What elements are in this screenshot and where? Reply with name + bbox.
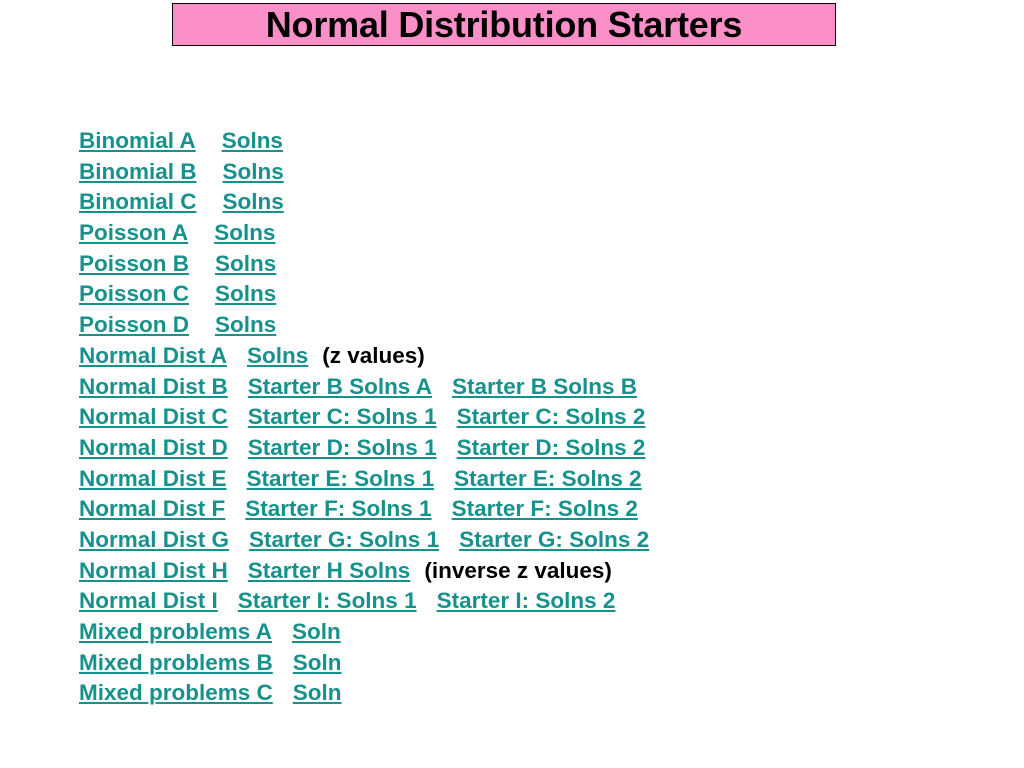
link-starter-i-solns-1[interactable]: Starter I: Solns 1	[238, 586, 417, 617]
link-starter-b-solns-a[interactable]: Starter B Solns A	[248, 372, 432, 403]
link-starter-c-solns-1[interactable]: Starter C: Solns 1	[248, 402, 437, 433]
link-starter-f-solns-2[interactable]: Starter F: Solns 2	[452, 494, 638, 525]
page-title: Normal Distribution Starters	[265, 3, 743, 45]
link-solns[interactable]: Solns	[215, 249, 276, 280]
link-row: Normal Dist E Starter E: Solns 1 Starter E…	[79, 464, 979, 495]
link-row: Mixed problems C Soln	[79, 678, 979, 709]
link-normal-dist-b[interactable]: Normal Dist B	[79, 372, 228, 403]
link-row: Mixed problems B Soln	[79, 648, 979, 679]
link-row: Mixed problems A Soln	[79, 617, 979, 648]
link-binomial-b[interactable]: Binomial B	[79, 157, 197, 188]
link-row: Normal Dist G Starter G: Solns 1 Starter G…	[79, 525, 979, 556]
link-solns[interactable]: Solns	[247, 341, 308, 372]
link-solns[interactable]: Solns	[223, 157, 284, 188]
link-solns[interactable]: Solns	[223, 187, 284, 218]
link-row: Binomial A Solns	[79, 126, 979, 157]
link-row: Poisson D Solns	[79, 310, 979, 341]
link-starter-f-solns-1[interactable]: Starter F: Solns 1	[245, 494, 431, 525]
link-starter-d-solns-1[interactable]: Starter D: Solns 1	[248, 433, 437, 464]
link-solns[interactable]: Solns	[215, 279, 276, 310]
link-normal-dist-a[interactable]: Normal Dist A	[79, 341, 227, 372]
row-note: (z values)	[322, 342, 425, 368]
link-solns[interactable]: Solns	[222, 126, 283, 157]
link-normal-dist-e[interactable]: Normal Dist E	[79, 464, 227, 495]
link-row: Normal Dist I Starter I: Solns 1 Starter I…	[79, 586, 979, 617]
link-row: Normal Dist D Starter D: Solns 1 Starter D…	[79, 433, 979, 464]
link-starter-c-solns-2[interactable]: Starter C: Solns 2	[457, 402, 646, 433]
link-starter-h-solns[interactable]: Starter H Solns	[248, 556, 411, 587]
link-starter-d-solns-2[interactable]: Starter D: Solns 2	[457, 433, 646, 464]
link-soln[interactable]: Soln	[293, 648, 342, 679]
link-normal-dist-h[interactable]: Normal Dist H	[79, 556, 228, 587]
link-soln[interactable]: Soln	[293, 678, 342, 709]
link-row: Normal Dist C Starter C: Solns 1 Starter C…	[79, 402, 979, 433]
link-row: Normal Dist F Starter F: Solns 1 Starter F…	[79, 494, 979, 525]
link-mixed-problems-a[interactable]: Mixed problems A	[79, 617, 272, 648]
link-poisson-b[interactable]: Poisson B	[79, 249, 189, 280]
link-starter-g-solns-1[interactable]: Starter G: Solns 1	[249, 525, 439, 556]
starter-link-list: Binomial A Solns Binomial B Solns Binomial C…	[79, 126, 979, 709]
link-mixed-problems-c[interactable]: Mixed problems C	[79, 678, 273, 709]
link-row: Normal Dist A Solns (z values)	[79, 341, 979, 372]
link-row: Poisson B Solns	[79, 249, 979, 280]
link-binomial-c[interactable]: Binomial C	[79, 187, 197, 218]
link-normal-dist-g[interactable]: Normal Dist G	[79, 525, 229, 556]
link-row: Poisson C Solns	[79, 279, 979, 310]
link-poisson-c[interactable]: Poisson C	[79, 279, 189, 310]
title-banner: Normal Distribution Starters	[172, 3, 836, 46]
link-normal-dist-i[interactable]: Normal Dist I	[79, 586, 218, 617]
link-starter-i-solns-2[interactable]: Starter I: Solns 2	[437, 586, 616, 617]
link-soln[interactable]: Soln	[292, 617, 341, 648]
link-normal-dist-c[interactable]: Normal Dist C	[79, 402, 228, 433]
link-mixed-problems-b[interactable]: Mixed problems B	[79, 648, 273, 679]
link-row: Binomial C Solns	[79, 187, 979, 218]
link-starter-g-solns-2[interactable]: Starter G: Solns 2	[459, 525, 649, 556]
link-normal-dist-d[interactable]: Normal Dist D	[79, 433, 228, 464]
row-note: (inverse z values)	[424, 557, 612, 583]
link-poisson-a[interactable]: Poisson A	[79, 218, 188, 249]
link-solns[interactable]: Solns	[215, 310, 276, 341]
link-starter-b-solns-b[interactable]: Starter B Solns B	[452, 372, 637, 403]
link-poisson-d[interactable]: Poisson D	[79, 310, 189, 341]
link-row: Normal Dist H Starter H Solns (inverse z v…	[79, 556, 979, 587]
link-row: Binomial B Solns	[79, 157, 979, 188]
link-solns[interactable]: Solns	[214, 218, 275, 249]
link-binomial-a[interactable]: Binomial A	[79, 126, 196, 157]
link-row: Poisson A Solns	[79, 218, 979, 249]
link-normal-dist-f[interactable]: Normal Dist F	[79, 494, 225, 525]
link-row: Normal Dist B Starter B Solns A Starter B …	[79, 372, 979, 403]
link-starter-e-solns-1[interactable]: Starter E: Solns 1	[247, 464, 435, 495]
link-starter-e-solns-2[interactable]: Starter E: Solns 2	[454, 464, 642, 495]
